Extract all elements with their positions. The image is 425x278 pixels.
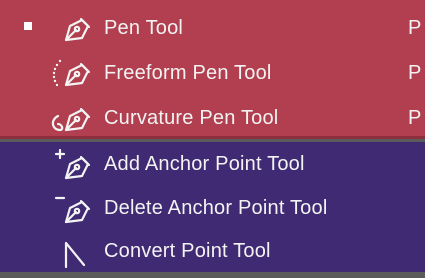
pen-tool-flyout-menu: Pen Tool P Freeform Pen Tool P Curvature… [0, 0, 425, 278]
pen-tools-group: Pen Tool P Freeform Pen Tool P Curvature… [0, 0, 425, 139]
curvature-pen-tool-icon [48, 102, 104, 136]
add-anchor-point-icon [48, 148, 104, 182]
shortcut-key: P [408, 107, 422, 129]
menu-item-convert-point-tool[interactable]: Convert Point Tool [0, 229, 425, 273]
menu-item-label: Delete Anchor Point Tool [104, 197, 328, 219]
freeform-pen-tool-icon [48, 57, 104, 91]
menu-item-freeform-pen-tool[interactable]: Freeform Pen Tool P [0, 51, 425, 95]
menu-item-label: Add Anchor Point Tool [104, 153, 305, 175]
convert-point-icon [48, 235, 104, 269]
menu-item-pen-tool[interactable]: Pen Tool P [0, 6, 425, 50]
shortcut-key: P [408, 17, 422, 39]
anchor-point-tools-group: Add Anchor Point Tool Delete Anchor Poin… [0, 142, 425, 272]
menu-item-add-anchor-point-tool[interactable]: Add Anchor Point Tool [0, 142, 425, 186]
delete-anchor-point-icon [48, 192, 104, 226]
menu-item-label: Pen Tool [104, 17, 184, 39]
selected-indicator [24, 22, 32, 30]
menu-item-label: Freeform Pen Tool [104, 62, 272, 84]
menu-item-curvature-pen-tool[interactable]: Curvature Pen Tool P [0, 96, 425, 140]
pen-tool-icon [48, 12, 104, 46]
menu-item-label: Curvature Pen Tool [104, 107, 279, 129]
menu-item-delete-anchor-point-tool[interactable]: Delete Anchor Point Tool [0, 186, 425, 230]
shortcut-key: P [408, 62, 422, 84]
menu-item-label: Convert Point Tool [104, 240, 271, 262]
